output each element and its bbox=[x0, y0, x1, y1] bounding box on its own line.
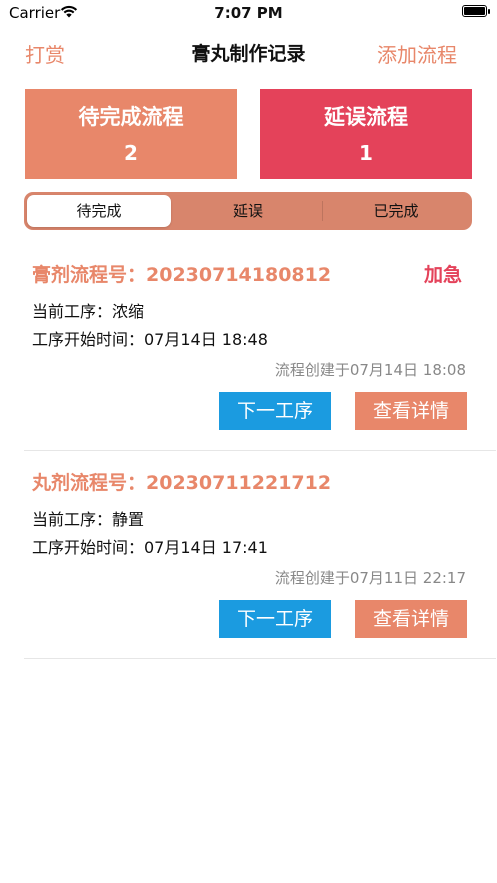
status-bar: Carrier 7:07 PM bbox=[0, 0, 497, 26]
battery-level bbox=[464, 7, 485, 15]
add-process-button[interactable]: 添加流程 bbox=[377, 39, 457, 68]
next-step-button[interactable]: 下一工序 bbox=[219, 600, 331, 638]
delayed-summary-label: 延误流程 bbox=[324, 105, 408, 129]
delayed-summary-card[interactable]: 延误流程 1 bbox=[260, 89, 472, 179]
current-step: 当前工序：浓缩 bbox=[32, 302, 145, 321]
pending-summary-label: 待完成流程 bbox=[78, 105, 184, 129]
status-segmented-control: 待完成 延误 已完成 bbox=[24, 192, 472, 230]
battery-icon bbox=[462, 5, 490, 17]
pending-summary-card[interactable]: 待完成流程 2 bbox=[25, 89, 237, 179]
list-item: 膏剂流程号：20230714180812 加急 当前工序：浓缩 工序开始时间：0… bbox=[24, 242, 496, 451]
delayed-summary-count: 1 bbox=[359, 141, 373, 165]
created-time: 流程创建于07月11日 22:17 bbox=[274, 569, 466, 587]
next-step-button[interactable]: 下一工序 bbox=[219, 392, 331, 430]
tip-button[interactable]: 打赏 bbox=[25, 39, 65, 68]
view-details-button[interactable]: 查看详情 bbox=[355, 392, 467, 430]
nav-bar: 打赏 膏丸制作记录 添加流程 bbox=[0, 36, 497, 68]
tab-completed[interactable]: 已完成 bbox=[322, 195, 470, 227]
current-step: 当前工序：静置 bbox=[32, 510, 145, 529]
record-number: 膏剂流程号：20230714180812 bbox=[32, 264, 332, 286]
created-time: 流程创建于07月14日 18:08 bbox=[274, 361, 466, 379]
tab-delayed[interactable]: 延误 bbox=[174, 195, 322, 227]
view-details-button[interactable]: 查看详情 bbox=[355, 600, 467, 638]
clock: 7:07 PM bbox=[214, 4, 283, 22]
step-start-time: 工序开始时间：07月14日 17:41 bbox=[32, 538, 268, 557]
list-item: 丸剂流程号：20230711221712 当前工序：静置 工序开始时间：07月1… bbox=[24, 450, 496, 659]
pending-summary-count: 2 bbox=[124, 141, 138, 165]
tab-pending[interactable]: 待完成 bbox=[27, 195, 171, 227]
urgent-badge: 加急 bbox=[424, 264, 463, 286]
record-number: 丸剂流程号：20230711221712 bbox=[32, 472, 332, 494]
step-start-time: 工序开始时间：07月14日 18:48 bbox=[32, 330, 268, 349]
